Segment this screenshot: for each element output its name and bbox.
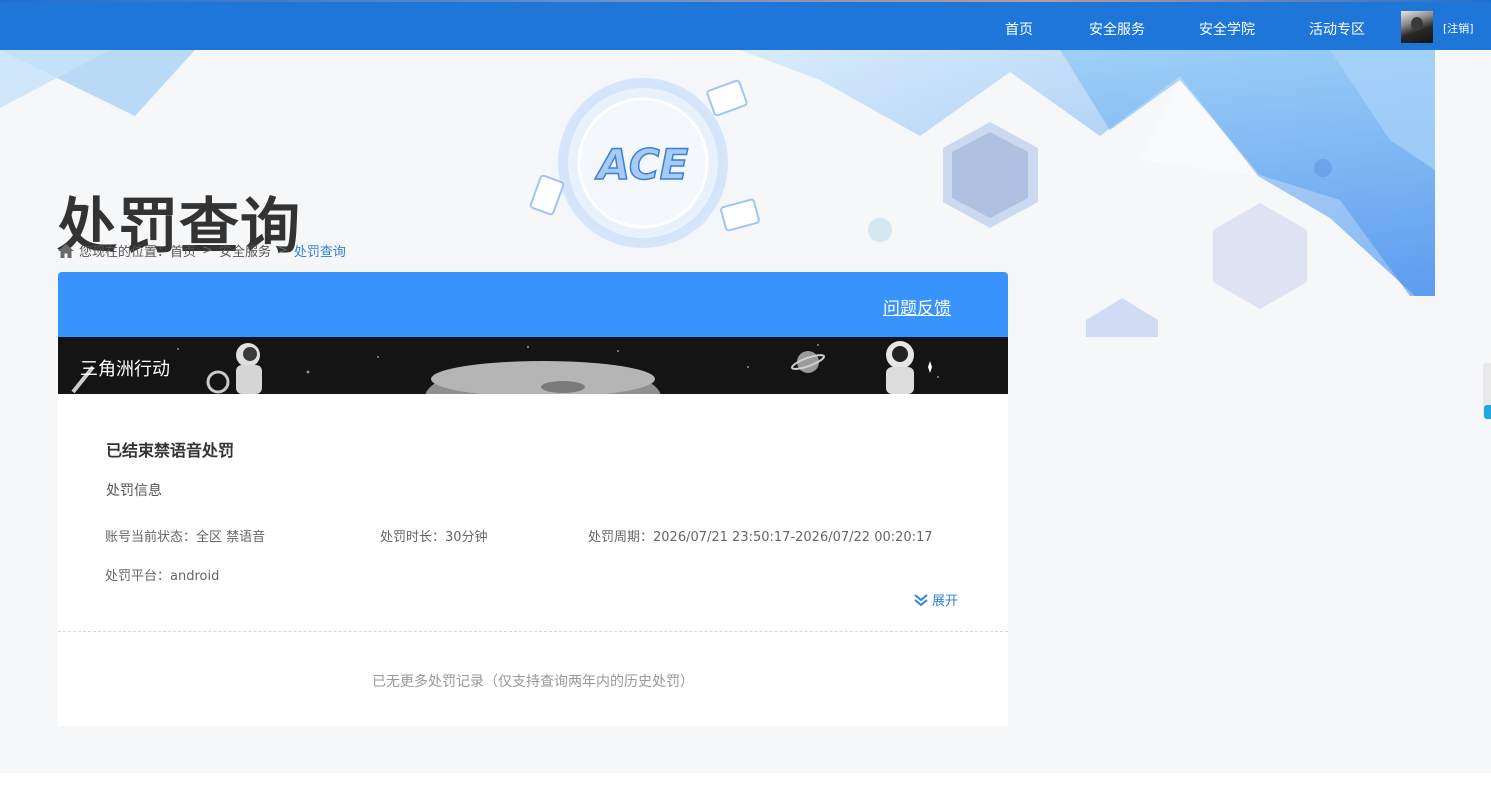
logout-link[interactable]: [注销] bbox=[1443, 20, 1474, 36]
game-banner: 三角洲行动 bbox=[58, 337, 1008, 394]
breadcrumb-prefix: 您现在的位置： bbox=[79, 245, 171, 260]
nav-item-security-service[interactable]: 安全服务 bbox=[1089, 19, 1145, 39]
expand-label: 展开 bbox=[932, 594, 959, 609]
game-name: 三角洲行动 bbox=[80, 359, 170, 380]
breadcrumb-separator: > bbox=[202, 243, 213, 258]
nav-item-security-academy[interactable]: 安全学院 bbox=[1199, 19, 1255, 39]
feedback-link[interactable]: 问题反馈 bbox=[883, 294, 951, 319]
breadcrumb-security-service[interactable]: 安全服务 bbox=[219, 241, 271, 260]
top-navigation-bar: 首页 安全服务 安全学院 活动专区 [注销] bbox=[0, 2, 1491, 50]
punishment-period: 处罚周期：2026/07/21 23:50:17-2026/07/22 00:2… bbox=[588, 530, 933, 545]
no-more-records: 已无更多处罚记录（仅支持查询两年内的历史处罚） bbox=[372, 674, 694, 690]
dashed-divider bbox=[58, 631, 1008, 632]
breadcrumb-current: 处罚查询 bbox=[293, 245, 346, 260]
breadcrumb-separator: > bbox=[276, 243, 288, 258]
chevron-double-down-icon bbox=[914, 593, 928, 606]
card-header: 问题反馈 bbox=[58, 272, 1008, 337]
punishment-platform: 处罚平台：android bbox=[105, 569, 220, 584]
side-scroll-indicator[interactable] bbox=[1483, 363, 1491, 419]
nav-item-events[interactable]: 活动专区 bbox=[1309, 19, 1365, 39]
punishment-card: 已结束禁语音处罚 处罚信息 账号当前状态：全区 禁语音 处罚时长：30分钟 处罚… bbox=[58, 394, 1008, 726]
punishment-info-label: 处罚信息 bbox=[106, 483, 162, 499]
nav-item-home[interactable]: 首页 bbox=[1005, 19, 1033, 39]
user-avatar[interactable] bbox=[1401, 11, 1433, 43]
breadcrumb: 您现在的位置： 首页 > 安全服务 > 处罚查询 bbox=[58, 241, 346, 260]
punishment-duration: 处罚时长：30分钟 bbox=[380, 530, 488, 545]
space-decoration bbox=[71, 341, 939, 394]
account-status: 账号当前状态：全区 禁语音 bbox=[105, 530, 266, 545]
expand-button[interactable]: 展开 bbox=[913, 590, 958, 609]
punishment-title: 已结束禁语音处罚 bbox=[106, 441, 235, 460]
home-icon bbox=[58, 243, 74, 258]
breadcrumb-home[interactable]: 首页 bbox=[170, 241, 196, 260]
svg-text:ACE: ACE bbox=[595, 140, 689, 189]
